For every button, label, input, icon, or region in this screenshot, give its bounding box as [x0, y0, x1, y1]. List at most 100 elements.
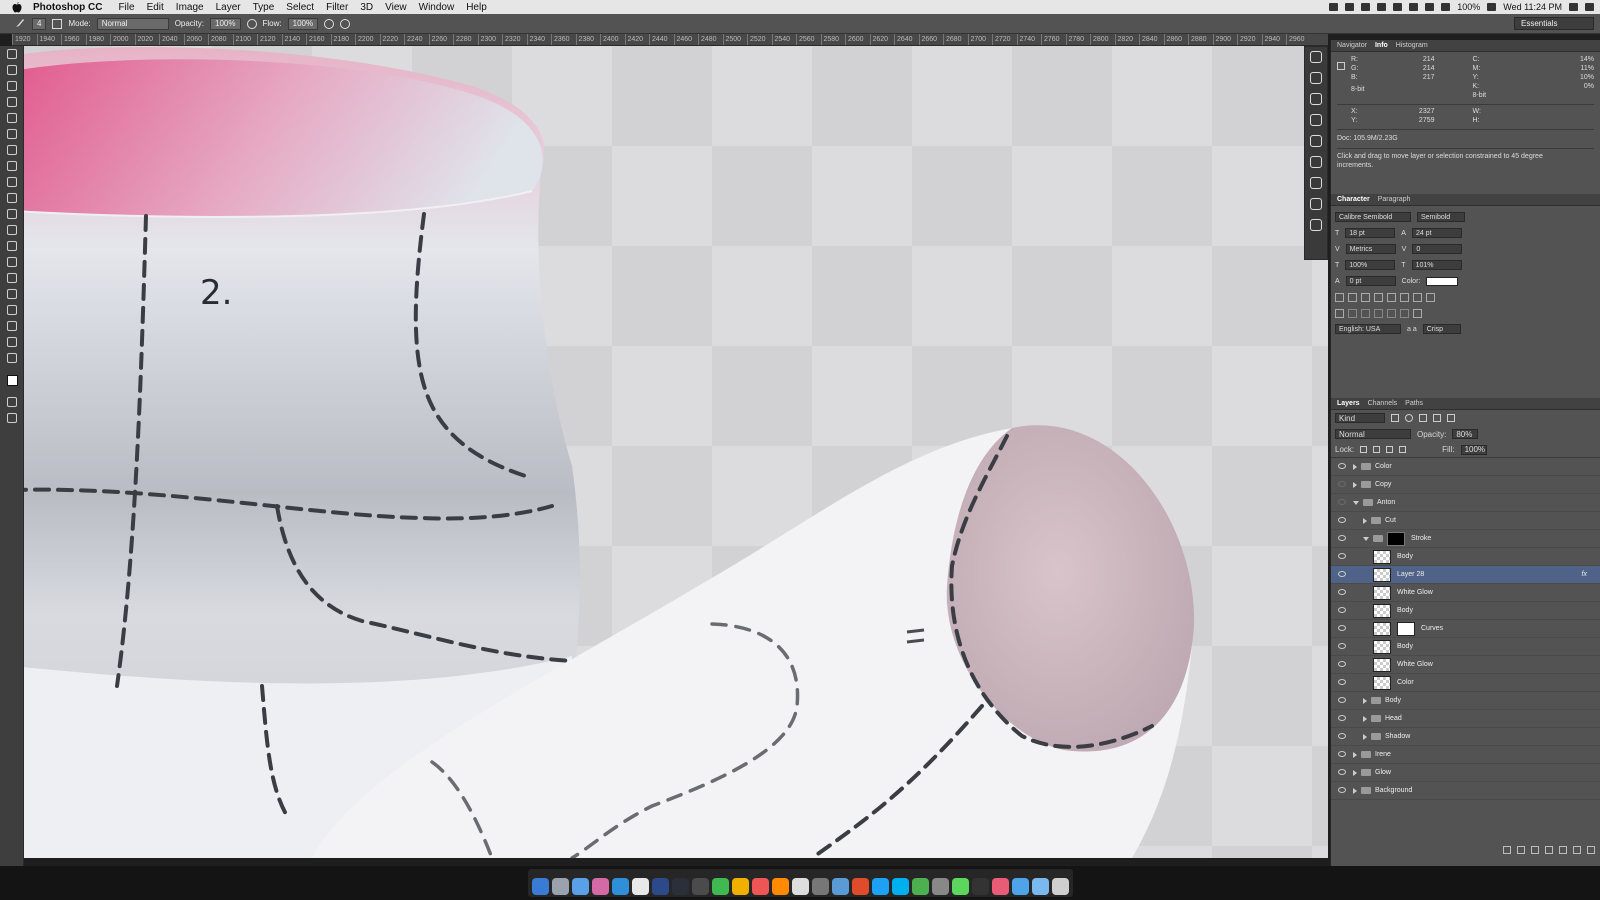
layer-thumbnail[interactable]: [1373, 675, 1391, 690]
type-tool[interactable]: [0, 286, 24, 302]
dock-app-icon[interactable]: [871, 878, 889, 895]
layer-name[interactable]: Layer 28: [1397, 571, 1424, 578]
layer-name[interactable]: Anton: [1377, 499, 1395, 506]
layer-name[interactable]: Curves: [1421, 625, 1443, 632]
adjustment-thumbnail[interactable]: [1373, 621, 1391, 636]
properties-icon[interactable]: [1310, 114, 1322, 126]
eye-icon[interactable]: [1338, 715, 1346, 721]
eye-icon[interactable]: [1338, 733, 1346, 739]
opacity-field[interactable]: 100%: [210, 17, 241, 30]
dock-app-icon[interactable]: [631, 878, 649, 895]
new-layer-icon[interactable]: [1573, 846, 1581, 854]
expanded-arrow-icon[interactable]: [1363, 536, 1369, 541]
baseline-shift-field[interactable]: 0 pt: [1345, 276, 1396, 286]
layer-name[interactable]: Body: [1397, 607, 1413, 614]
color-swatches[interactable]: [0, 366, 24, 394]
antialias-select[interactable]: Crisp: [1422, 324, 1461, 334]
menu-image[interactable]: Image: [176, 2, 204, 13]
layer-name[interactable]: Copy: [1375, 481, 1391, 488]
faux-bold-icon[interactable]: [1335, 292, 1344, 302]
tab-paragraph[interactable]: Paragraph: [1378, 196, 1411, 203]
layer-row[interactable]: Body: [1331, 602, 1600, 620]
brush-tool-icon[interactable]: [14, 17, 26, 31]
dock-app-icon[interactable]: [571, 878, 589, 895]
dock-app-icon[interactable]: [691, 878, 709, 895]
layer-row[interactable]: Body: [1331, 548, 1600, 566]
tab-histogram[interactable]: Histogram: [1396, 42, 1428, 49]
menu-view[interactable]: View: [385, 2, 407, 13]
filter-type-icon[interactable]: [1419, 414, 1427, 422]
eye-icon[interactable]: [1338, 535, 1346, 541]
dock-app-icon[interactable]: [851, 878, 869, 895]
eye-icon[interactable]: [1338, 787, 1346, 793]
lock-transparency-icon[interactable]: [1360, 446, 1368, 453]
dock-app-icon[interactable]: [931, 878, 949, 895]
layer-row[interactable]: Body: [1331, 638, 1600, 656]
layer-row[interactable]: Color: [1331, 458, 1600, 476]
layer-name[interactable]: Glow: [1375, 769, 1391, 776]
history-brush-tool[interactable]: [0, 190, 24, 206]
eyedropper-tool[interactable]: [0, 126, 24, 142]
font-style-select[interactable]: Semibold: [1417, 212, 1465, 222]
new-adjustment-icon[interactable]: [1545, 846, 1553, 854]
flag-icon[interactable]: [1441, 3, 1451, 11]
shape-tool[interactable]: [0, 318, 24, 334]
paths-icon[interactable]: [1310, 198, 1322, 210]
layer-name[interactable]: Color: [1375, 463, 1392, 470]
ordinals-icon[interactable]: [1400, 308, 1409, 318]
adjustments-icon[interactable]: [1310, 93, 1322, 105]
font-family-select[interactable]: Calibre Semibold: [1335, 212, 1411, 222]
collapsed-arrow-icon[interactable]: [1353, 481, 1357, 488]
layer-row[interactable]: Glow: [1331, 764, 1600, 782]
tab-navigator[interactable]: Navigator: [1337, 42, 1367, 49]
brush-size-picker[interactable]: 4: [32, 17, 47, 30]
dock-app-icon[interactable]: [911, 878, 929, 895]
dock-app-icon[interactable]: [1011, 878, 1029, 895]
layer-name[interactable]: Irene: [1375, 751, 1391, 758]
time-machine-icon[interactable]: [1409, 3, 1419, 11]
brushes-icon[interactable]: [1310, 135, 1322, 147]
layer-name[interactable]: Body: [1397, 553, 1413, 560]
add-mask-icon[interactable]: [1531, 846, 1539, 854]
layer-row[interactable]: Irene: [1331, 746, 1600, 764]
workspace-switcher[interactable]: Essentials: [1514, 17, 1594, 30]
layer-row[interactable]: Cut: [1331, 512, 1600, 530]
layer-name[interactable]: Head: [1385, 715, 1402, 722]
filter-smart-icon[interactable]: [1447, 414, 1455, 422]
layer-row[interactable]: Body: [1331, 692, 1600, 710]
clock[interactable]: Wed 11:24 PM: [1503, 2, 1562, 12]
dock-app-icon[interactable]: [891, 878, 909, 895]
layer-thumbnail[interactable]: [1373, 657, 1391, 672]
dock-app-icon[interactable]: [971, 878, 989, 895]
layer-name[interactable]: Shadow: [1385, 733, 1410, 740]
layer-thumbnail[interactable]: [1373, 603, 1391, 618]
titling-icon[interactable]: [1387, 308, 1396, 318]
foreground-color-swatch[interactable]: [6, 374, 18, 386]
eye-icon[interactable]: [1338, 769, 1346, 775]
quick-select-tool[interactable]: [0, 94, 24, 110]
eye-icon[interactable]: [1338, 481, 1346, 487]
pressure-opacity-icon[interactable]: [246, 18, 257, 29]
collapsed-arrow-icon[interactable]: [1353, 769, 1357, 776]
twitter-icon[interactable]: [1361, 3, 1371, 11]
document-canvas[interactable]: 2.: [12, 46, 1328, 858]
menu-filter[interactable]: Filter: [326, 2, 348, 13]
spotlight-icon[interactable]: [1569, 3, 1578, 11]
eye-icon[interactable]: [1338, 751, 1346, 757]
wifi-icon[interactable]: [1425, 3, 1435, 11]
dock-app-icon[interactable]: [531, 878, 549, 895]
pen-tool[interactable]: [0, 270, 24, 286]
battery-icon[interactable]: [1487, 3, 1497, 11]
layer-name[interactable]: Background: [1375, 787, 1412, 794]
group-mask-thumbnail[interactable]: [1387, 531, 1405, 546]
crop-tool[interactable]: [0, 110, 24, 126]
eye-icon[interactable]: [1338, 517, 1346, 523]
collapsed-arrow-icon[interactable]: [1363, 517, 1367, 524]
tab-paths[interactable]: Paths: [1405, 400, 1423, 407]
tab-character[interactable]: Character: [1337, 196, 1370, 203]
layer-row[interactable]: Head: [1331, 710, 1600, 728]
layer-row[interactable]: Curves: [1331, 620, 1600, 638]
dock-app-icon[interactable]: [991, 878, 1009, 895]
apple-icon[interactable]: [11, 1, 23, 13]
brush-panel-icon[interactable]: [52, 18, 63, 29]
